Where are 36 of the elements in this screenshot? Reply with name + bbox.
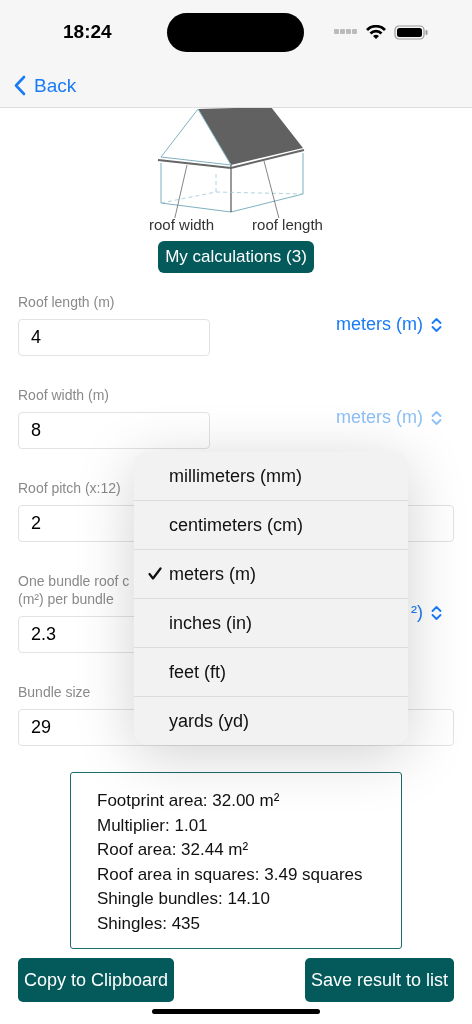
field-label: (m²) per bundle bbox=[18, 590, 114, 608]
chevron-left-icon bbox=[14, 75, 26, 96]
menu-item[interactable]: centimeters (cm) bbox=[134, 500, 408, 549]
field-label: Bundle size bbox=[18, 683, 91, 701]
my-calculations-button[interactable]: My calculations (3) bbox=[158, 241, 314, 273]
result-line: Multiplier: 1.01 bbox=[97, 814, 209, 836]
menu-item[interactable]: yards (yd) bbox=[134, 696, 408, 745]
action-button[interactable]: Copy to Clipboard bbox=[18, 958, 175, 1002]
diagram-label: roof length bbox=[252, 216, 323, 233]
chevron-up-down-icon bbox=[431, 409, 442, 426]
back-button[interactable]: Back bbox=[14, 74, 77, 97]
result-line: Roof area: 32.44 m² bbox=[97, 839, 250, 861]
result-line: Shingles: 435 bbox=[97, 912, 202, 934]
action-button[interactable]: Save result to list bbox=[304, 958, 454, 1002]
result-line: Footprint area: 32.00 m² bbox=[97, 790, 281, 812]
unit-picker[interactable]: meters (m) bbox=[336, 314, 442, 335]
unit-picker[interactable]: ²) bbox=[411, 602, 442, 623]
input-field[interactable]: 8 bbox=[18, 412, 210, 449]
menu-item[interactable]: inches (in) bbox=[134, 598, 408, 647]
wifi-icon bbox=[366, 24, 386, 40]
field-label: One bundle roof c bbox=[18, 572, 130, 590]
diagram-label: roof width bbox=[149, 216, 215, 233]
chevron-up-down-icon bbox=[431, 316, 442, 333]
result-line: Shingle bundles: 14.10 bbox=[97, 888, 271, 910]
field-label: Roof pitch (x:12) bbox=[18, 479, 121, 497]
menu-item[interactable]: millimeters (mm) bbox=[134, 452, 408, 500]
menu-item[interactable]: meters (m) bbox=[134, 549, 408, 598]
menu-item[interactable]: feet (ft) bbox=[134, 647, 408, 696]
battery-icon bbox=[394, 24, 428, 40]
field-label: Roof width (m) bbox=[18, 386, 110, 404]
field-label: Roof length (m) bbox=[18, 293, 115, 311]
chevron-up-down-icon bbox=[431, 604, 442, 621]
signal-icon bbox=[334, 29, 358, 35]
input-field[interactable]: 4 bbox=[18, 319, 210, 356]
result-line: Roof area in squares: 3.49 squares bbox=[97, 863, 364, 885]
status-time: 18:24 bbox=[63, 21, 113, 43]
